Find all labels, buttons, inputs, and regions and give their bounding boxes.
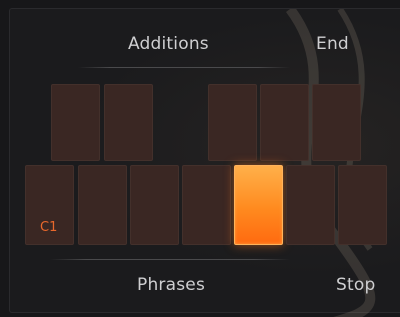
note-label: C1: [40, 220, 58, 235]
instrument-panel: Additions End C1 Phrases Stop: [0, 0, 400, 317]
end-label[interactable]: End: [316, 34, 349, 54]
white-key-7[interactable]: [338, 165, 387, 245]
black-key-5[interactable]: [312, 84, 361, 161]
white-key-c1[interactable]: C1: [25, 165, 74, 245]
background-swirl: [285, 9, 376, 317]
black-key-2[interactable]: [104, 84, 153, 161]
additions-label[interactable]: Additions: [128, 34, 209, 54]
black-key-3[interactable]: [208, 84, 257, 161]
white-key-4[interactable]: [182, 165, 231, 245]
phrases-label[interactable]: Phrases: [137, 275, 205, 295]
top-divider: [78, 67, 290, 68]
black-key-1[interactable]: [51, 84, 100, 161]
white-key-5-active[interactable]: [234, 165, 283, 245]
white-key-3[interactable]: [130, 165, 179, 245]
white-key-2[interactable]: [78, 165, 127, 245]
bottom-divider: [50, 259, 290, 260]
white-key-6[interactable]: [286, 165, 335, 245]
black-key-4[interactable]: [260, 84, 309, 161]
stop-label[interactable]: Stop: [336, 275, 375, 295]
